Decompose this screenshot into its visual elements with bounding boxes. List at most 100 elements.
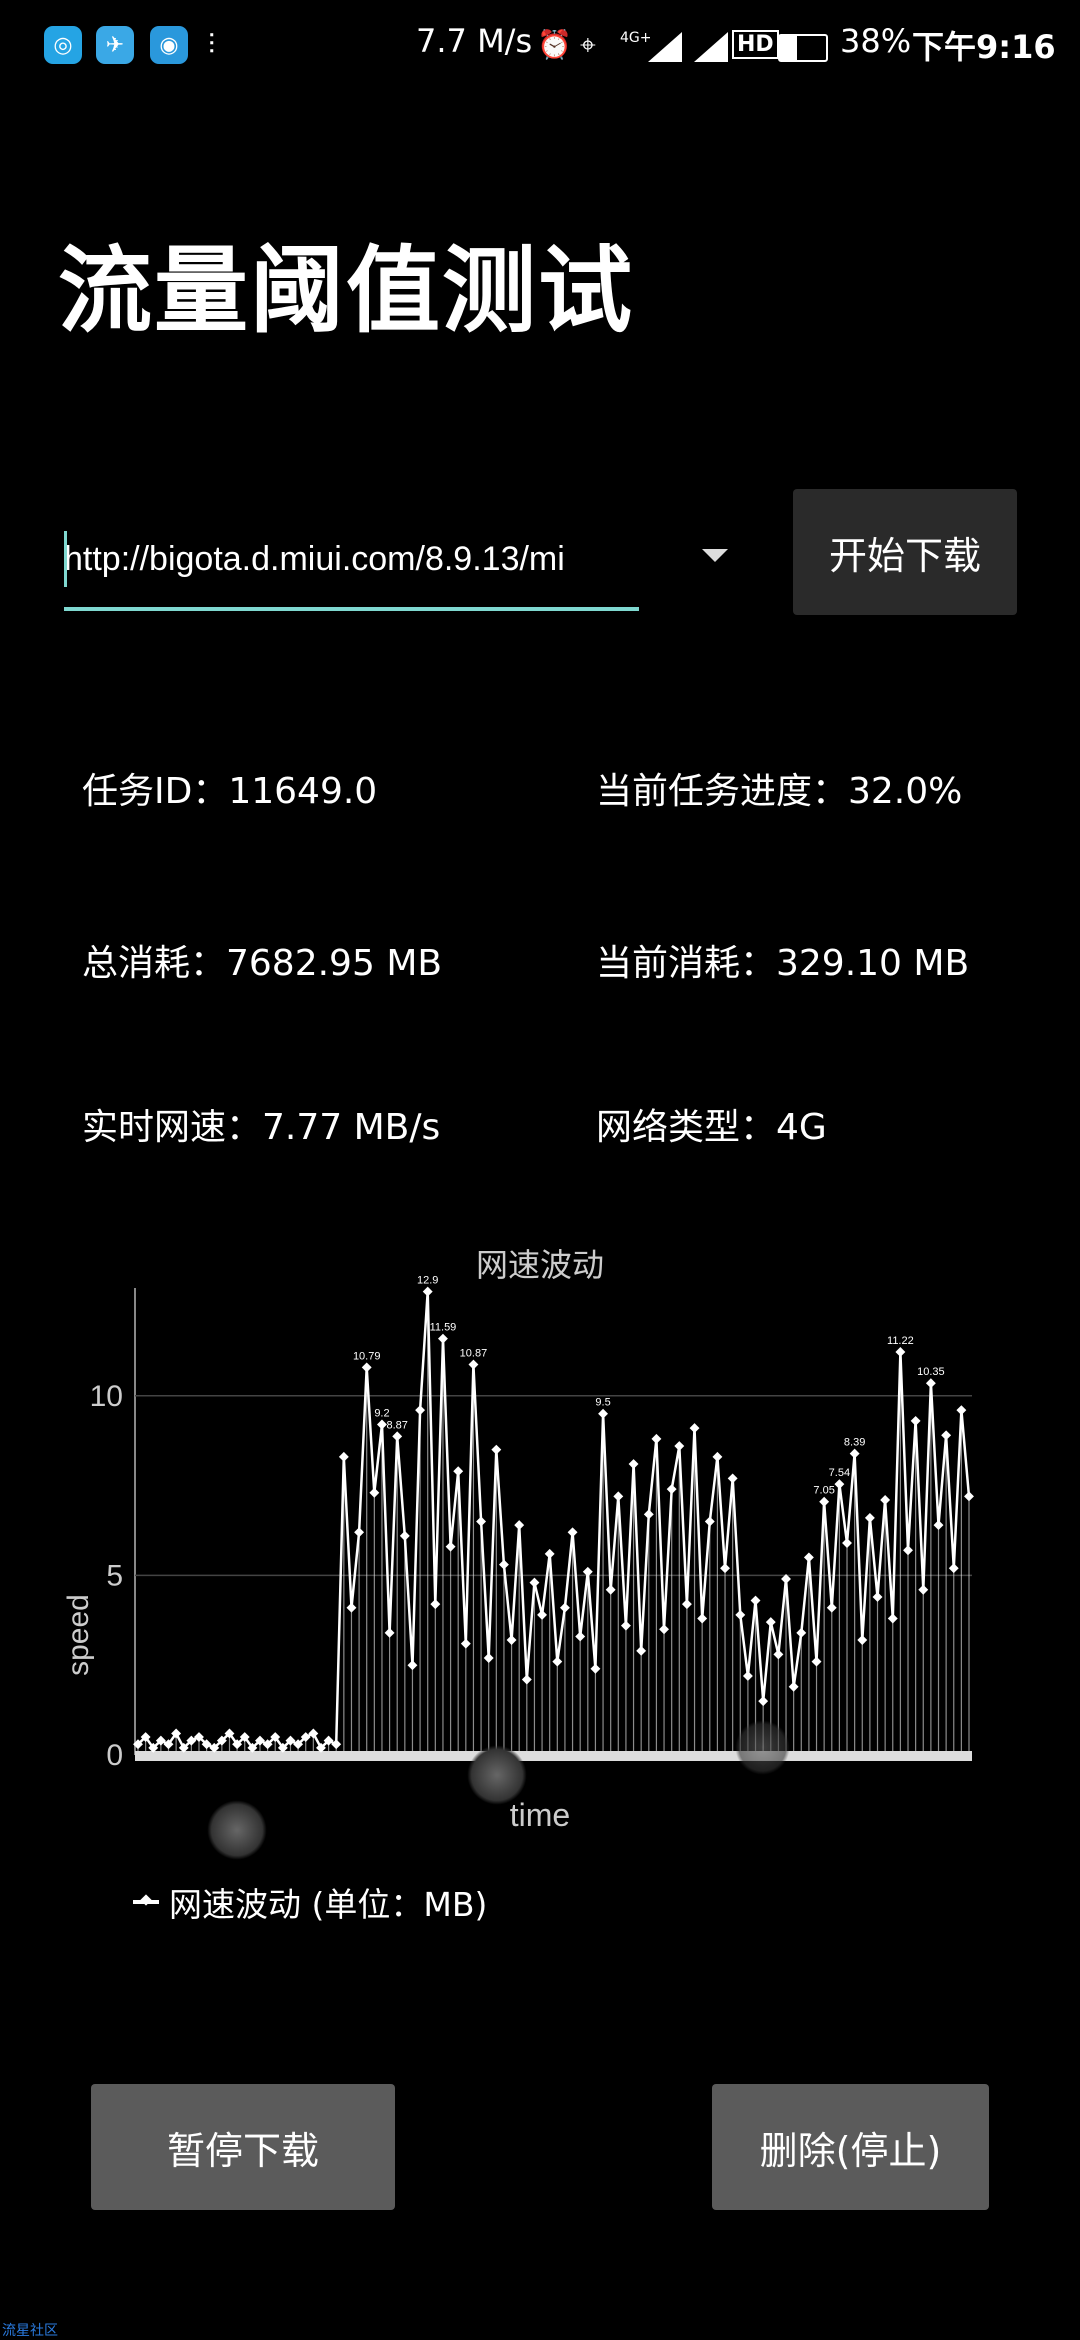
data-point [750,1595,761,1606]
data-point [521,1674,532,1685]
data-point [941,1430,952,1441]
data-point [918,1584,929,1595]
data-point [903,1545,913,1556]
watermark: 流星社区 [2,2323,58,2339]
data-point [468,1359,479,1370]
data-point [895,1346,906,1357]
data-point [399,1530,410,1541]
data-point [415,1405,426,1416]
data-point [704,1516,715,1527]
data-label: 11.59 [430,1322,457,1334]
data-point [605,1584,616,1595]
data-point [864,1512,875,1523]
data-point [712,1451,723,1462]
data-point [438,1333,448,1344]
data-point [643,1509,654,1520]
delete-stop-button[interactable]: 删除(停止) [712,2084,989,2210]
chevron-down-icon [702,548,728,562]
clock: 下午9:16 [912,28,1056,66]
data-point [857,1635,868,1645]
data-point [392,1431,403,1442]
data-point [925,1378,936,1389]
data-point [826,1602,837,1613]
data-point [598,1408,609,1419]
data-point [819,1496,830,1507]
url-underline [64,607,639,611]
url-dropdown-button[interactable] [690,535,740,575]
data-point [407,1660,418,1671]
data-point [758,1696,769,1707]
pause-download-button[interactable]: 暂停下载 [91,2084,395,2210]
start-download-button[interactable]: 开始下载 [793,489,1017,615]
data-point [544,1548,555,1559]
status-bar: ◎ ✈ ◉ ⫶ 7.7 M/s ⏰ ⌖ 4G+ HD 38% 下午9:16 [0,0,1080,96]
data-point [689,1423,700,1434]
data-point [537,1609,548,1620]
data-point [803,1552,814,1563]
data-label: 9.5 [595,1397,610,1409]
data-point [956,1405,967,1416]
data-label: 8.39 [844,1437,865,1449]
battery-percent: 38% [840,22,912,60]
y-tick-label: 5 [106,1559,123,1592]
data-point [651,1433,662,1444]
data-point [834,1479,845,1490]
data-point [727,1473,738,1484]
data-label: 10.35 [917,1366,945,1378]
data-point [811,1656,822,1667]
data-point [453,1466,464,1477]
y-axis-label: speed [62,1594,95,1676]
data-point [552,1656,563,1667]
data-point [636,1645,647,1656]
data-label: 7.54 [829,1467,850,1479]
speed-chart[interactable]: 0510speedtime12.911.5910.79 10.879.59.28.… [0,1270,1080,1870]
data-point [559,1602,570,1613]
y-tick-label: 10 [90,1380,123,1413]
progress-text: 当前任务进度：32.0% [596,771,963,812]
data-point [720,1563,730,1574]
data-point [773,1649,784,1660]
data-point [674,1441,685,1452]
network-speed: 7.7 M/s [416,22,533,60]
touch-indicator [735,1720,790,1775]
current-usage-text: 当前消耗：329.10 MB [596,943,970,984]
data-label: 11.22 [887,1335,914,1347]
data-point [575,1631,586,1642]
data-point [872,1591,883,1602]
data-label: 8.87 [387,1419,408,1431]
data-point [910,1415,921,1426]
url-field-container[interactable] [64,515,639,611]
data-label: 10.87 [460,1348,488,1360]
data-point [933,1520,944,1531]
data-point [628,1459,639,1469]
data-point [659,1624,669,1635]
touch-indicator [207,1800,267,1860]
data-point [514,1520,525,1531]
chart-legend: 网速波动 (单位：MB) [133,1878,487,1926]
signal-icon [648,32,682,62]
data-point [788,1681,799,1692]
data-point [476,1516,487,1527]
app-compass-icon: ◉ [150,26,188,64]
x-axis-line [135,1751,972,1761]
data-point [377,1419,387,1430]
data-point [346,1602,357,1613]
data-label: 12.9 [417,1275,438,1287]
url-input[interactable] [64,523,639,595]
data-point [742,1671,753,1681]
battery-icon [778,34,828,62]
data-point [697,1613,708,1624]
data-point [567,1527,578,1538]
data-label: 10.79 [353,1350,381,1362]
data-point [849,1448,860,1459]
data-point [842,1538,852,1549]
data-point [765,1617,776,1628]
data-point [422,1286,433,1297]
data-label: 7.05 [813,1485,834,1497]
signal-icon-2 [694,32,728,62]
data-point [384,1627,395,1638]
data-point [460,1638,471,1649]
data-point [880,1494,891,1505]
page-title: 流量阈值测试 [58,237,635,346]
network-type-text: 网络类型：4G [596,1107,827,1148]
